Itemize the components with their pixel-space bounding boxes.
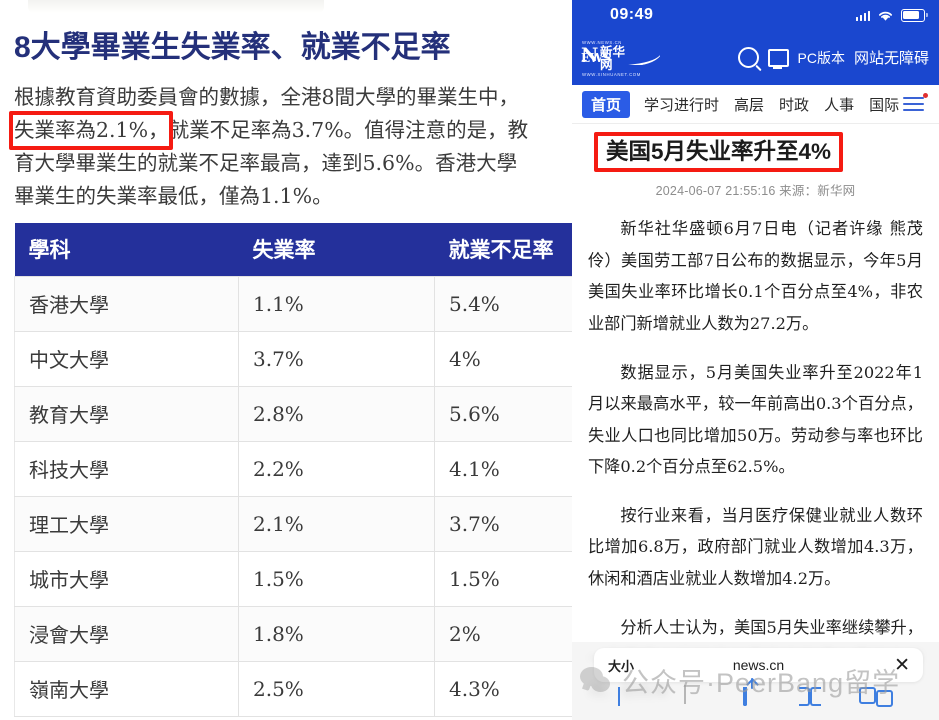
nav-tabs: 首页 学习进行时 高层 时政 人事 国际 (572, 85, 939, 124)
table-head: 學科 失業率 就業不足率 (14, 223, 572, 277)
menu-badge-dot (923, 93, 928, 98)
table-row: 城市大學 1.5% 1.5% (14, 551, 572, 608)
cell-university: 城市大學 (14, 551, 239, 608)
logo-swoosh-icon (626, 53, 660, 65)
chevron-right-icon[interactable] (677, 685, 701, 711)
cell-unemployment: 2.8% (238, 386, 435, 443)
tab-politics[interactable]: 时政 (779, 92, 809, 117)
cell-underemployment: 4.3% (434, 661, 572, 718)
accessibility-link[interactable]: 网站无障碍 (854, 47, 929, 68)
phone-screenshot-panel: 09:49 WWW.NEWS.CN N EWS 新华网 WWW.XINHUANE… (572, 0, 939, 720)
cell-unemployment: 1.5% (238, 551, 435, 608)
cell-university: 中文大學 (14, 331, 239, 388)
tab-personnel[interactable]: 人事 (824, 92, 854, 117)
cell-underemployment: 1.5% (434, 551, 572, 608)
cell-underemployment: 3.7% (434, 496, 572, 553)
battery-icon (901, 8, 928, 22)
table-row: 嶺南大學 2.5% 4.3% (14, 661, 572, 718)
cell-underemployment: 4.1% (434, 441, 572, 498)
paragraph-line-1: 根據教育資助委員會的數據，全港8間大學的畢業生中， (14, 84, 520, 109)
browser-bottom-bar: 大小 news.cn ✕ (572, 642, 939, 720)
cell-unemployment: 1.1% (238, 276, 435, 333)
url-bar[interactable]: 大小 news.cn ✕ (594, 648, 923, 682)
tab-leadership[interactable]: 高层 (734, 92, 764, 117)
xinhua-logo[interactable]: WWW.NEWS.CN N EWS 新华网 WWW.XINHUANET.COM (580, 39, 664, 77)
cell-unemployment: 2.5% (238, 661, 435, 718)
tabs-icon[interactable] (876, 687, 900, 711)
table-header-row: 學科 失業率 就業不足率 (14, 223, 572, 277)
paragraph-line-4: 畢業生的失業率最低，僅為1.1%。 (14, 184, 333, 209)
table-header-subject: 學科 (14, 223, 239, 277)
cell-underemployment: 4% (434, 331, 572, 388)
table-row: 香港大學 1.1% 5.4% (14, 276, 572, 333)
table-row: 浸會大學 1.8% 2% (14, 606, 572, 663)
table-row: 中文大學 3.7% 4% (14, 331, 572, 388)
paragraph-line-3: 育大學畢業生的就業不足率最高，達到5.6%。香港大學 (14, 151, 518, 175)
share-icon[interactable] (743, 687, 767, 711)
pc-version-link[interactable]: PC版本 (798, 48, 845, 68)
news-meta: 2024-06-07 21:55:16 来源：新华网 (655, 184, 856, 199)
cell-university: 教育大學 (14, 386, 239, 443)
wifi-icon (879, 11, 892, 21)
university-rates-table: 學科 失業率 就業不足率 香港大學 1.1% 5.4% 中文大學 3.7% 4% (14, 223, 572, 718)
cell-university: 嶺南大學 (14, 661, 239, 718)
paragraph-line-2-rest: 就業不足率為3.7%。值得注意的是，教 (168, 117, 529, 142)
cell-underemployment: 2% (434, 606, 572, 663)
table-row: 教育大學 2.8% 5.6% (14, 386, 572, 443)
table-body: 香港大學 1.1% 5.4% 中文大學 3.7% 4% 教育大學 2.8% 5.… (14, 276, 572, 718)
table-container: 學科 失業率 就業不足率 香港大學 1.1% 5.4% 中文大學 3.7% 4% (0, 213, 572, 718)
cell-underemployment: 5.4% (434, 276, 572, 333)
left-article-panel: 8大學畢業生失業率、就業不足率 根據教育資助委員會的數據，全港8間大學的畢業生中… (0, 0, 572, 720)
news-paragraph: 按行业来看，当月医疗保健业就业人数环比增加6.8万，政府部门就业人数增加4.3万… (588, 505, 923, 589)
news-headline-area: 美国5月失业率升至4% 2024-06-07 21:55:16 来源：新华网 (572, 124, 939, 200)
status-bar: 09:49 (572, 0, 939, 30)
tab-home[interactable]: 首页 (582, 90, 631, 118)
url-text[interactable]: news.cn (594, 657, 923, 673)
hamburger-menu-icon[interactable] (899, 85, 933, 123)
search-icon[interactable] (737, 47, 759, 68)
cell-university: 香港大學 (14, 276, 239, 333)
cell-unemployment: 2.1% (238, 496, 435, 553)
table-row: 理工大學 2.1% 3.7% (14, 496, 572, 553)
signal-bars-icon (855, 10, 870, 21)
headline-highlight-wrap: 美国5月失业率升至4% (594, 132, 844, 173)
news-headline: 美国5月失业率升至4% (606, 139, 832, 164)
site-header: WWW.NEWS.CN N EWS 新华网 WWW.XINHUANET.COM … (572, 30, 939, 85)
tab-study[interactable]: 学习进行时 (644, 92, 719, 117)
highlighted-rate-text: 失業率為2.1%， (14, 117, 169, 142)
book-icon[interactable] (810, 687, 834, 711)
cell-unemployment: 3.7% (238, 331, 435, 388)
chevron-left-icon[interactable] (611, 687, 635, 711)
highlighted-rate: 失業率為2.1%， (9, 110, 173, 150)
cell-university: 浸會大學 (14, 606, 239, 663)
paragraph-line-2: 失業率為2.1%， 就業不足率為3.7%。值得注意的是，教 (9, 110, 558, 150)
cell-underemployment: 5.6% (434, 386, 572, 443)
status-time: 09:49 (610, 6, 654, 23)
header-actions: PC版本 网站无障碍 (737, 47, 929, 69)
article-paragraph: 根據教育資助委員會的數據，全港8間大學的畢業生中， 失業率為2.1%， 就業不足率… (0, 67, 572, 214)
monitor-icon[interactable] (767, 48, 789, 69)
table-row: 科技大學 2.2% 4.1% (14, 441, 572, 498)
status-indicators (855, 8, 928, 22)
table-header-underemployment: 就業不足率 (434, 223, 572, 277)
news-paragraph: 数据显示，5月美国失业率升至2022年1月以来最高水平，较一年前高出0.3个百分… (588, 362, 923, 477)
top-artifact-bar (28, 0, 324, 13)
cell-unemployment: 1.8% (238, 606, 435, 663)
cell-unemployment: 2.2% (238, 441, 435, 498)
tab-international[interactable]: 国际 (869, 92, 899, 117)
browser-toolbar (572, 682, 939, 716)
news-paragraph: 新华社华盛顿6月7日电（记者许缘 熊茂伶）美国劳工部7日公布的数据显示，今年5月… (588, 219, 923, 333)
logo-bottom-url: WWW.XINHUANET.COM (582, 71, 641, 77)
table-header-unemployment: 失業率 (238, 223, 435, 277)
cell-university: 科技大學 (14, 441, 239, 498)
screenshot-root: 8大學畢業生失業率、就業不足率 根據教育資助委員會的數據，全港8間大學的畢業生中… (0, 0, 939, 720)
cell-university: 理工大學 (14, 496, 239, 553)
